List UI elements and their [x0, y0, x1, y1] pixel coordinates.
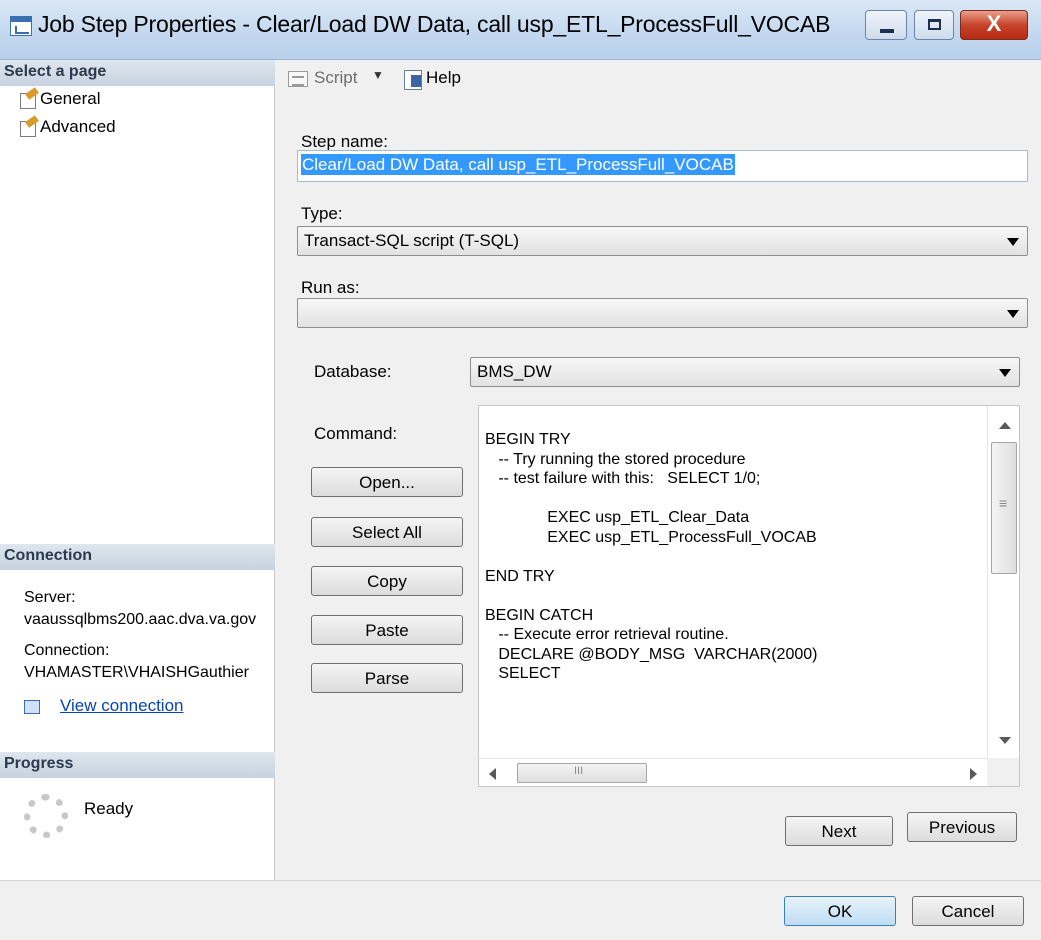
scroll-right-arrow-icon[interactable]: [970, 768, 977, 780]
connection-value: VHAMASTER\VHAISHGauthier: [24, 664, 249, 681]
scroll-up-arrow-icon[interactable]: [999, 422, 1011, 429]
page-settings-icon: [20, 93, 36, 109]
ok-button[interactable]: OK: [784, 896, 896, 926]
progress-header: Progress: [0, 752, 275, 778]
horizontal-scroll-thumb[interactable]: [517, 763, 647, 783]
minimize-icon: [880, 29, 894, 33]
server-value: vaaussqlbms200.aac.dva.va.gov: [24, 611, 257, 628]
help-icon: [404, 70, 422, 90]
select-all-button[interactable]: Select All: [311, 517, 463, 547]
server-label: Server:: [24, 589, 76, 606]
type-value: Transact-SQL script (T-SQL): [304, 231, 520, 250]
chevron-down-icon: [999, 369, 1011, 377]
help-label: Help: [426, 68, 461, 87]
cancel-button[interactable]: Cancel: [912, 896, 1024, 926]
minimize-button[interactable]: [865, 10, 907, 40]
open-button[interactable]: Open...: [311, 467, 463, 497]
connection-label: Connection:: [24, 642, 110, 659]
chevron-down-icon: [1007, 238, 1019, 246]
paste-button[interactable]: Paste: [311, 615, 463, 645]
copy-button[interactable]: Copy: [311, 566, 463, 596]
progress-status: Ready: [84, 799, 134, 818]
connection-properties-icon: [24, 700, 40, 714]
window-title: Job Step Properties - Clear/Load DW Data…: [38, 11, 831, 37]
command-editor[interactable]: BEGIN TRY -- Try running the stored proc…: [478, 405, 1020, 787]
view-connection-label: View connection: [60, 696, 184, 715]
close-button[interactable]: X: [960, 10, 1028, 40]
next-button[interactable]: Next: [785, 816, 893, 846]
script-label: Script: [314, 68, 358, 87]
maximize-icon: [928, 19, 941, 30]
left-panel: Select a page General Advanced Connectio…: [0, 60, 275, 880]
database-select[interactable]: BMS_DW: [470, 357, 1020, 387]
previous-button[interactable]: Previous: [907, 812, 1017, 842]
job-step-properties-window: Job Step Properties - Clear/Load DW Data…: [0, 0, 1041, 940]
progress-spinner-icon: [24, 794, 68, 838]
chevron-down-icon[interactable]: ▼: [372, 68, 384, 82]
toolbar: Script ▼ Help: [276, 60, 1041, 96]
connection-header: Connection: [0, 544, 275, 570]
close-icon: X: [986, 11, 1002, 36]
vertical-scrollbar[interactable]: [987, 406, 1019, 758]
parse-button[interactable]: Parse: [311, 663, 463, 693]
database-label: Database:: [314, 362, 392, 381]
job-step-window-icon: [10, 16, 32, 36]
command-text[interactable]: BEGIN TRY -- Try running the stored proc…: [485, 430, 985, 750]
step-name-label: Step name:: [301, 132, 388, 151]
vertical-scroll-thumb[interactable]: [991, 442, 1017, 574]
page-settings-icon: [20, 121, 36, 137]
run-as-select[interactable]: [297, 298, 1028, 328]
scroll-left-arrow-icon[interactable]: [489, 768, 496, 780]
select-page-header: Select a page: [0, 60, 275, 86]
horizontal-scrollbar[interactable]: [479, 758, 987, 786]
page-item-label: General: [40, 89, 101, 108]
command-label: Command:: [314, 424, 398, 443]
scrollbar-corner: [987, 758, 1019, 786]
page-item-label: Advanced: [40, 117, 116, 136]
type-select[interactable]: Transact-SQL script (T-SQL): [297, 226, 1028, 256]
type-label: Type:: [301, 204, 343, 223]
database-value: BMS_DW: [477, 362, 552, 381]
title-bar: Job Step Properties - Clear/Load DW Data…: [0, 0, 1041, 60]
chevron-down-icon: [1007, 310, 1019, 318]
step-name-input[interactable]: Clear/Load DW Data, call usp_ETL_Process…: [297, 150, 1028, 182]
maximize-button[interactable]: [914, 10, 954, 40]
scroll-down-arrow-icon[interactable]: [999, 737, 1011, 744]
script-icon: [288, 71, 308, 87]
run-as-label: Run as:: [301, 278, 360, 297]
step-name-value: Clear/Load DW Data, call usp_ETL_Process…: [301, 154, 735, 175]
